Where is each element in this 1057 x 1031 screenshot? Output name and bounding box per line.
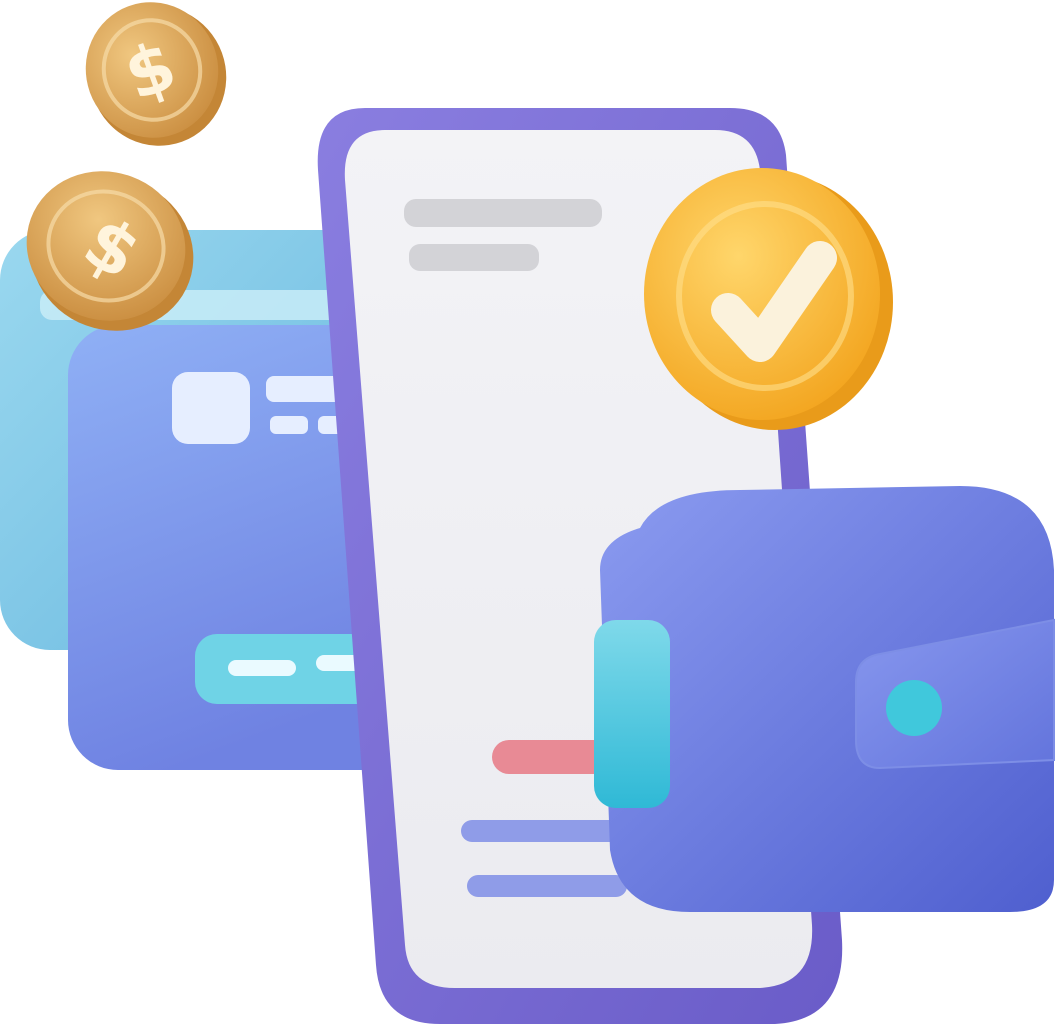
wallet [594,486,1055,912]
card-chip [172,372,250,444]
payment-illustration: $ $ [0,0,1057,1031]
placeholder-line [404,199,602,227]
text-line [461,820,631,842]
wallet-button-icon [886,680,942,736]
placeholder-line [409,244,539,271]
illustration-canvas: $ $ [0,2,1055,1024]
wallet-side-tab [594,620,670,808]
dollar-coin-icon: $ [85,2,227,146]
text-line [467,875,627,897]
